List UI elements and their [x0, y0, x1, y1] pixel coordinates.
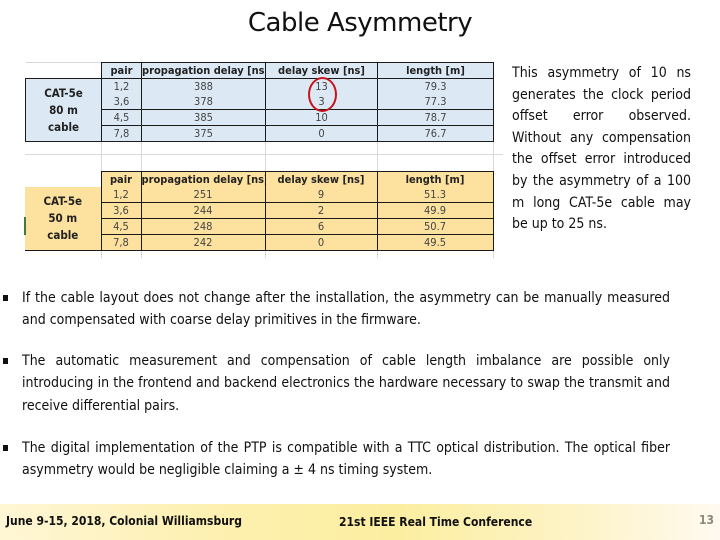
side-note: This asymmetry of 10 ns generates the cl… — [512, 65, 691, 233]
bullet-item: The automatic measurement and compensati… — [0, 350, 670, 417]
table-row: CAT-5e 50 m cable 1,2 251 9 51.3 — [25, 187, 494, 251]
page-number: 13 — [698, 513, 714, 527]
cell-propagation-delay: 385 — [141, 109, 266, 126]
cable-measurement-tables: pair propagation delay [ns] delay skew [… — [25, 62, 503, 258]
bullet-text: The automatic measurement and compensati… — [22, 353, 670, 414]
cable-length: 80 m — [49, 102, 78, 117]
table-cat5e-80m: pair propagation delay [ns] delay skew [… — [25, 62, 494, 142]
cell-propagation-delay: 375 — [141, 125, 266, 142]
cell-pair: 7,8 — [101, 125, 142, 142]
bullet-item: The digital implementation of the PTP is… — [0, 437, 670, 482]
cell-propagation-delay: 248 — [140, 218, 266, 235]
slide-title: Cable Asymmetry — [247, 8, 473, 38]
cell-length: 49.9 — [376, 202, 494, 219]
cell-delay-skew: 0 — [265, 125, 378, 142]
table-row: CAT-5e 80 m cable 1,2 388 13 79.3 — [25, 78, 494, 142]
cable-type: CAT-5e — [44, 85, 83, 100]
cell-length: 78.7 — [377, 109, 494, 126]
bullet-text: The digital implementation of the PTP is… — [22, 440, 670, 479]
gridline — [25, 154, 503, 155]
header-propagation-delay: propagation delay [ns] — [141, 62, 266, 79]
cell-length: 77.3 — [377, 94, 494, 110]
cell-length: 49.5 — [376, 234, 494, 251]
bullet-square-icon — [3, 445, 8, 451]
table-header-row: pair propagation delay [ns] delay skew [… — [25, 62, 494, 79]
corner-cell — [25, 171, 102, 187]
cable-label: CAT-5e 80 m cable — [25, 78, 102, 142]
cell-pair: 4,5 — [100, 218, 142, 235]
bullet-item: If the cable layout does not change afte… — [0, 287, 670, 332]
cell-propagation-delay: 388 — [141, 78, 266, 94]
slide-footer: June 9-15, 2018, Colonial Williamsburg 2… — [0, 504, 720, 540]
header-length: length [m] — [376, 171, 494, 187]
cell-length: 51.3 — [376, 187, 494, 203]
bullet-square-icon — [3, 358, 8, 364]
cell-pair: 7,8 — [100, 234, 142, 251]
header-length: length [m] — [377, 62, 494, 79]
cell-propagation-delay: 242 — [140, 234, 266, 251]
bullet-text: If the cable layout does not change afte… — [22, 290, 670, 329]
header-propagation-delay: propagation delay [ns] — [140, 171, 266, 187]
cell-length: 50.7 — [376, 218, 494, 235]
cell-length: 79.3 — [377, 78, 494, 94]
cell-cursor-mark — [24, 217, 26, 235]
cable-label: CAT-5e 50 m cable — [25, 187, 102, 251]
header-pair: pair — [101, 62, 142, 79]
footer-date-location: June 9-15, 2018, Colonial Williamsburg — [6, 514, 242, 528]
table-header-row: pair propagation delay [ns] delay skew [… — [25, 171, 494, 187]
cell-delay-skew: 9 — [264, 187, 378, 203]
cell-delay-skew: 2 — [264, 202, 378, 219]
cell-pair: 4,5 — [101, 109, 142, 126]
header-delay-skew: delay skew [ns] — [264, 171, 378, 187]
header-pair: pair — [100, 171, 142, 187]
cell-pair: 3,6 — [101, 94, 142, 110]
table-cat5e-50m: pair propagation delay [ns] delay skew [… — [25, 171, 494, 251]
cell-propagation-delay: 378 — [141, 94, 266, 110]
highlight-circle — [308, 77, 337, 112]
cable-word: cable — [47, 119, 80, 134]
cell-propagation-delay: 244 — [140, 202, 266, 219]
cell-pair: 1,2 — [100, 187, 142, 203]
cable-length: 50 m — [48, 211, 78, 225]
cell-delay-skew: 6 — [264, 218, 378, 235]
footer-conference: 21st IEEE Real Time Conference — [339, 515, 533, 529]
cell-pair: 3,6 — [100, 202, 142, 219]
cable-word: cable — [47, 228, 79, 242]
cell-delay-skew: 0 — [264, 234, 378, 251]
cell-pair: 1,2 — [101, 78, 142, 94]
bullet-square-icon — [3, 295, 8, 301]
cell-propagation-delay: 251 — [140, 187, 266, 203]
cable-type: CAT-5e — [43, 194, 83, 208]
corner-cell — [25, 62, 102, 79]
cell-length: 76.7 — [377, 125, 494, 142]
